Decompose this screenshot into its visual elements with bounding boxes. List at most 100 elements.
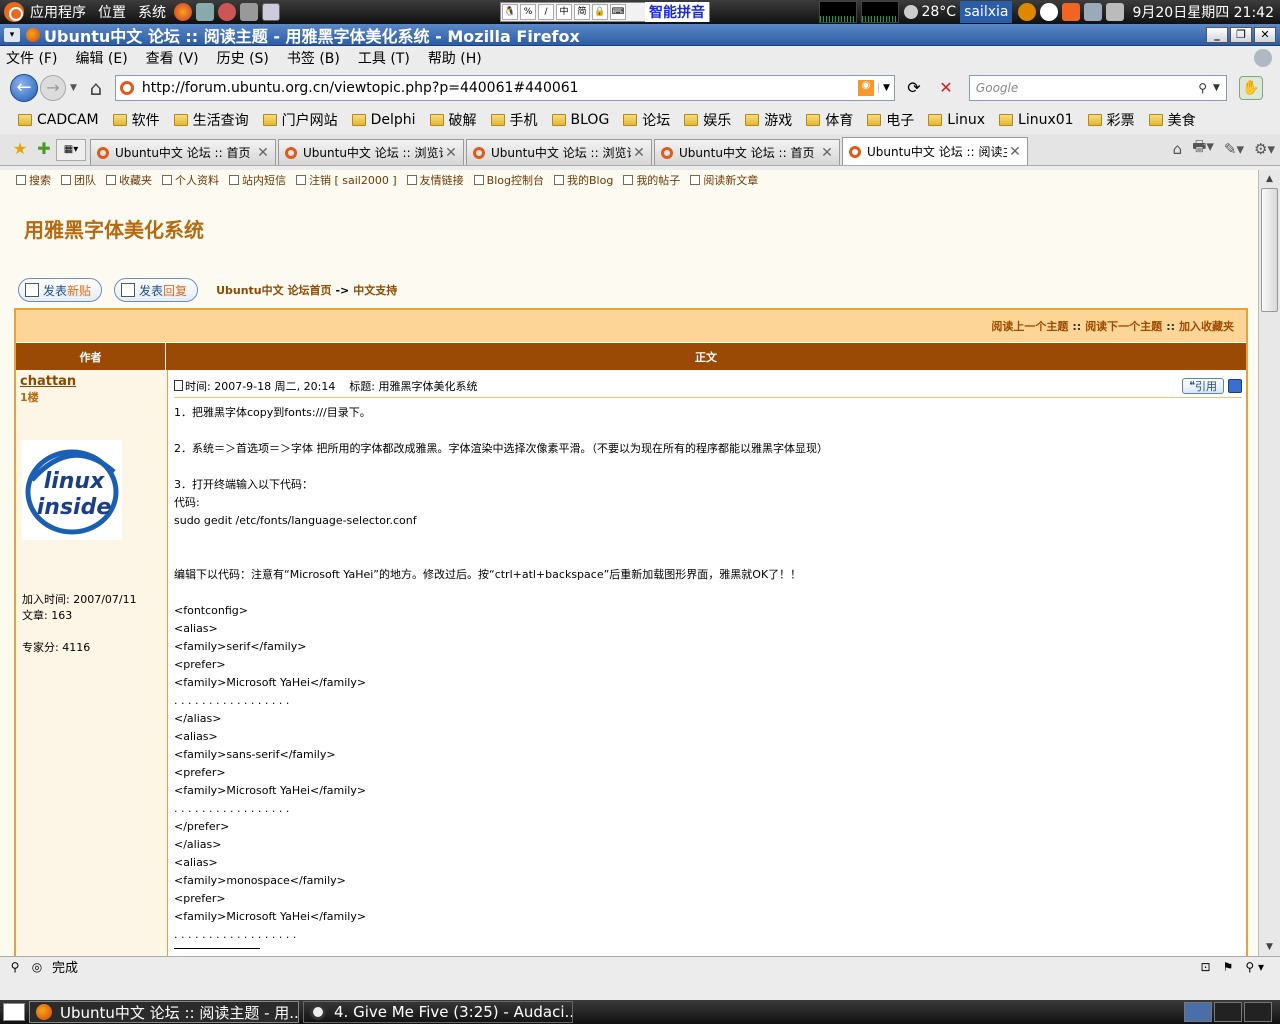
bookmark-folder[interactable]: Delphi: [351, 112, 416, 128]
ime-mode-icon[interactable]: %: [520, 4, 536, 20]
forum-nav-link[interactable]: 收藏夹: [106, 172, 152, 188]
grab-hand-icon[interactable]: ✋: [1238, 76, 1263, 100]
notification-icon[interactable]: [1062, 3, 1081, 21]
terminal-launcher-icon[interactable]: [262, 3, 280, 21]
add-bookmark-icon[interactable]: ✚: [32, 137, 56, 161]
bookmark-folder[interactable]: Linux: [928, 112, 985, 128]
new-topic-button[interactable]: 发表 新贴: [18, 278, 103, 302]
bookmark-folder[interactable]: 门户网站: [262, 110, 338, 130]
ime-pen-icon[interactable]: /: [538, 4, 554, 20]
addon-icon[interactable]: ⚑: [1223, 960, 1234, 974]
lifebuoy-launcher-icon[interactable]: [218, 3, 236, 21]
tab-close-icon[interactable]: ✕: [255, 145, 271, 161]
bookmark-folder[interactable]: 论坛: [623, 110, 670, 130]
taskbar-item[interactable]: Ubuntu中文 论坛 :: 阅读主题 - 用...: [29, 1001, 299, 1023]
menu-tools[interactable]: 工具 (T): [358, 48, 410, 68]
reload-button[interactable]: ⟳: [901, 75, 927, 101]
security-icon[interactable]: ◎: [30, 960, 44, 974]
clock[interactable]: 9月20日星期四 21:42: [1132, 2, 1274, 22]
ime-simplified-icon[interactable]: 简: [574, 4, 590, 20]
search-icon[interactable]: ⚲: [1198, 81, 1207, 95]
menu-help[interactable]: 帮助 (H): [428, 48, 482, 68]
ime-name[interactable]: 智能拼音: [645, 2, 709, 22]
volume-icon[interactable]: [1106, 3, 1125, 21]
menu-file[interactable]: 文件 (F): [6, 48, 57, 68]
weather-icon[interactable]: [904, 5, 919, 19]
bookmark-folder[interactable]: 彩票: [1087, 110, 1135, 130]
minimize-button[interactable]: _: [1206, 26, 1228, 43]
tab-close-icon[interactable]: ✕: [819, 145, 835, 161]
prev-topic-link[interactable]: 阅读上一个主题: [991, 318, 1068, 334]
back-button[interactable]: ←: [10, 74, 38, 102]
url-text[interactable]: http://forum.ubuntu.org.cn/viewtopic.php…: [142, 80, 858, 96]
temperature[interactable]: 28°C: [921, 4, 956, 20]
bookmark-folder[interactable]: 软件: [112, 110, 160, 130]
update-icon[interactable]: [1040, 3, 1059, 21]
tab-close-icon[interactable]: ✕: [1007, 144, 1023, 160]
tab-list-button[interactable]: ▦▾: [56, 139, 86, 161]
menu-system[interactable]: 系统: [132, 2, 172, 22]
gaim-icon[interactable]: [1018, 3, 1037, 21]
menu-history[interactable]: 历史 (S): [217, 48, 269, 68]
forum-nav-link[interactable]: 团队: [61, 172, 96, 188]
star-icon[interactable]: ★: [8, 137, 32, 161]
history-dropdown-icon[interactable]: ▼: [70, 83, 77, 93]
scroll-down-icon[interactable]: ▼: [1259, 938, 1280, 956]
tab[interactable]: Ubuntu中文 论坛 :: 首页 ✕: [90, 139, 276, 165]
tab[interactable]: Ubuntu中文 论坛 :: 浏览论...✕: [278, 139, 464, 165]
bookmark-folder[interactable]: 娱乐: [684, 110, 731, 130]
trash-icon[interactable]: [1244, 1002, 1272, 1022]
forward-button[interactable]: →: [40, 75, 66, 101]
author-name[interactable]: chattan: [20, 374, 163, 389]
print-icon[interactable]: 🖶▾: [1192, 136, 1214, 161]
bookmark-folder[interactable]: BLOG: [551, 112, 609, 128]
tab[interactable]: Ubuntu中文 论坛 :: 首页 ✕: [654, 139, 840, 165]
scrollbar-thumb[interactable]: [1261, 188, 1278, 312]
home-button[interactable]: ⌂: [85, 77, 107, 99]
zoom-icon[interactable]: ⚲ ▾: [1245, 960, 1264, 974]
forum-nav-link[interactable]: 友情链接: [406, 172, 464, 188]
bookmark-folder[interactable]: 电子: [867, 110, 914, 130]
bookmark-folder[interactable]: 生活查询: [173, 110, 249, 130]
ubuntu-logo-icon[interactable]: [4, 2, 24, 22]
gear-icon[interactable]: ⚙▾: [1254, 140, 1275, 158]
bookmark-folder[interactable]: 体育: [806, 110, 853, 130]
forum-nav-link[interactable]: 注销 [ sail2000 ]: [296, 172, 397, 188]
tab-close-icon[interactable]: ✕: [443, 145, 459, 161]
forum-nav-link[interactable]: 搜索: [16, 172, 51, 188]
reply-button[interactable]: 发表 回复: [114, 278, 199, 302]
menu-view[interactable]: 查看 (V): [146, 48, 199, 68]
bookmark-folder[interactable]: 破解: [429, 110, 477, 130]
workspace-2[interactable]: [1214, 1002, 1242, 1022]
workspace-1[interactable]: [1184, 1002, 1212, 1022]
settings-launcher-icon[interactable]: [240, 3, 258, 21]
search-engine-dropdown-icon[interactable]: ▼: [1213, 83, 1220, 93]
search-bar[interactable]: Google ⚲ ▼: [968, 75, 1227, 101]
url-dropdown-icon[interactable]: ▼: [877, 83, 894, 93]
edit-page-icon[interactable]: ✎▾: [1224, 140, 1244, 158]
maximize-button[interactable]: ❐: [1230, 26, 1252, 43]
add-favorite-link[interactable]: 加入收藏夹: [1179, 318, 1234, 334]
menu-applications[interactable]: 应用程序: [24, 2, 92, 22]
ime-toolbar[interactable]: 🐧 % / 中 简 🔒 ⌨ 智能拼音: [500, 2, 710, 22]
menu-places[interactable]: 位置: [92, 2, 132, 22]
ime-fullwidth-icon[interactable]: 中: [556, 4, 572, 20]
quote-button[interactable]: ❝ 引用: [1182, 377, 1224, 394]
forum-nav-link[interactable]: 我的帖子: [623, 172, 680, 188]
url-bar[interactable]: http://forum.ubuntu.org.cn/viewtopic.php…: [114, 75, 895, 101]
tux-icon[interactable]: 🐧: [502, 4, 518, 20]
forum-nav-link[interactable]: Blog控制台: [473, 172, 544, 188]
bookmark-folder[interactable]: 游戏: [745, 110, 792, 130]
bookmark-folder[interactable]: Linux01: [999, 112, 1074, 128]
tools-launcher-icon[interactable]: [196, 3, 214, 21]
home-icon[interactable]: ⌂: [1173, 140, 1183, 158]
bookmark-folder[interactable]: 手机: [490, 110, 538, 130]
bookmark-folder[interactable]: 美食: [1148, 110, 1196, 130]
tab-active[interactable]: Ubuntu中文 论坛 :: 阅读主...✕: [842, 137, 1028, 165]
search-input[interactable]: Google: [976, 81, 1018, 95]
show-desktop-button[interactable]: [3, 1003, 25, 1021]
menu-bookmarks[interactable]: 书签 (B): [287, 48, 340, 68]
user-switcher[interactable]: sailxia: [960, 1, 1013, 23]
forum-nav-link[interactable]: 阅读新文章: [690, 172, 758, 188]
magnifier-icon[interactable]: ⚲: [8, 960, 22, 974]
